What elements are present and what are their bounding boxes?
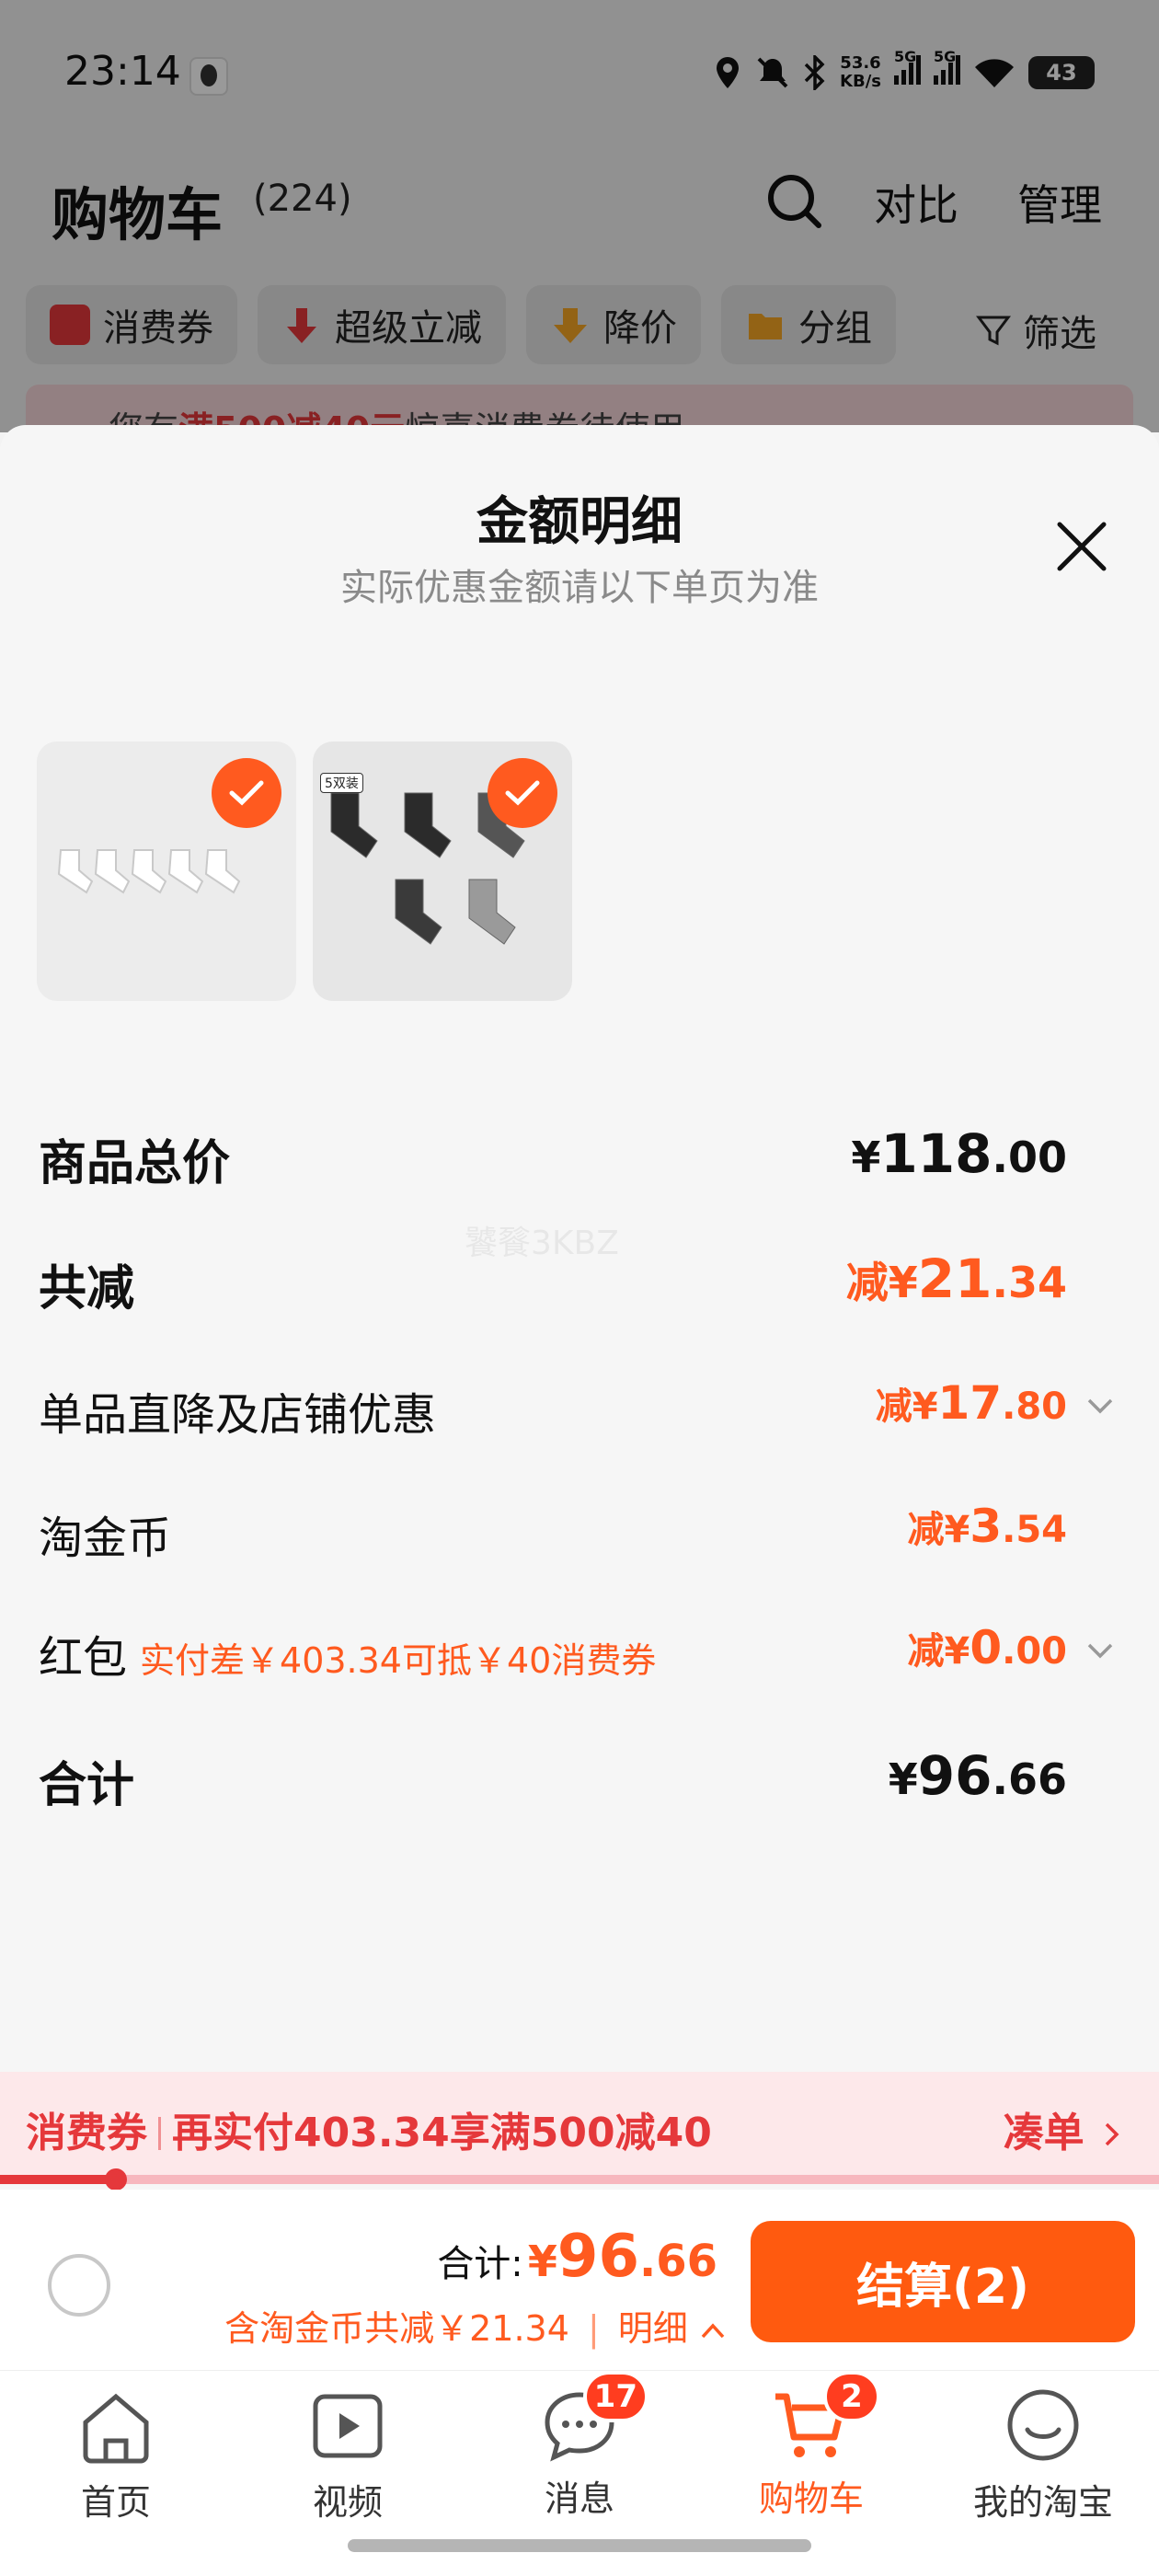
smile-icon <box>1007 2389 1079 2461</box>
tab-messages[interactable]: 17 消息 <box>506 2371 653 2521</box>
tab-cart[interactable]: 2 购物车 <box>738 2371 885 2521</box>
red-packet-row: 红包 实付差￥403.34可抵￥40消费券 <box>39 1621 656 1685</box>
add-on-order-link[interactable]: 凑单 <box>1004 2099 1122 2158</box>
subtotal-label: 商品总价 <box>39 1136 231 1191</box>
selected-check-icon[interactable] <box>488 758 557 828</box>
close-icon[interactable] <box>1049 513 1115 580</box>
taojinbi-value: 减¥3.54 <box>907 1500 1068 1553</box>
checkout-button[interactable]: 结算(2) <box>751 2221 1135 2342</box>
chevron-up-icon <box>701 2323 725 2339</box>
coupon-progress-fill <box>0 2175 116 2184</box>
chevron-down-icon[interactable] <box>1084 1634 1117 1667</box>
taojinbi-label: 淘金币 <box>39 1512 172 1564</box>
chevron-right-icon <box>1105 2122 1119 2146</box>
saved-amount-detail[interactable]: 含淘金币共减￥21.34 | 明细 <box>224 2300 727 2351</box>
cart-badge: 2 <box>823 2371 880 2422</box>
checkout-bar: 合计: ¥96.66 含淘金币共减￥21.34 | 明细 结算(2) <box>0 2190 1159 2370</box>
modal-overlay[interactable] <box>0 0 1159 432</box>
coupon-text: 消费券 再实付403.34享满500减40 <box>26 2110 712 2156</box>
home-indicator[interactable] <box>348 2539 811 2552</box>
pack-tag: 5双装 <box>320 773 363 793</box>
select-all-checkbox[interactable] <box>48 2254 110 2317</box>
total-value: ¥96.66 <box>888 1744 1067 1807</box>
total-discount-value: 减¥21.34 <box>845 1248 1067 1310</box>
product-thumbnail-white-socks[interactable] <box>37 742 296 1001</box>
tab-video[interactable]: 视频 <box>274 2384 421 2524</box>
video-icon <box>313 2394 383 2458</box>
subtotal-value: ¥118.00 <box>851 1122 1067 1185</box>
sheet-subtitle: 实际优惠金额请以下单页为准 <box>340 567 819 609</box>
total-label: 合计 <box>39 1758 135 1813</box>
coupon-progress-track <box>0 2175 1159 2184</box>
tab-home[interactable]: 首页 <box>42 2384 189 2524</box>
checkout-total: 合计: ¥96.66 <box>437 2223 717 2291</box>
chevron-down-icon[interactable] <box>1084 1389 1117 1422</box>
red-packet-hint: 实付差￥403.34可抵￥40消费券 <box>140 1640 657 1681</box>
red-packet-label: 红包 <box>39 1632 128 1684</box>
product-thumbnail-dark-socks[interactable]: 5双装 <box>313 742 572 1001</box>
item-discount-value[interactable]: 减¥17.80 <box>876 1376 1067 1430</box>
watermark: 饕餮3KBZ <box>465 1225 619 1262</box>
tab-my-taobao[interactable]: 我的淘宝 <box>970 2384 1117 2524</box>
selected-check-icon[interactable] <box>212 758 281 828</box>
sheet-title: 金额明细 <box>476 492 683 552</box>
total-discount-label: 共减 <box>39 1261 135 1317</box>
message-badge: 17 <box>582 2371 648 2422</box>
red-packet-value[interactable]: 减¥0.00 <box>908 1621 1068 1674</box>
coupon-progress-knob <box>105 2168 127 2191</box>
item-discount-label: 单品直降及店铺优惠 <box>39 1389 437 1441</box>
coupon-progress-bar[interactable]: 消费券 再实付403.34享满500减40 凑单 <box>0 2072 1159 2180</box>
home-icon <box>83 2393 149 2464</box>
